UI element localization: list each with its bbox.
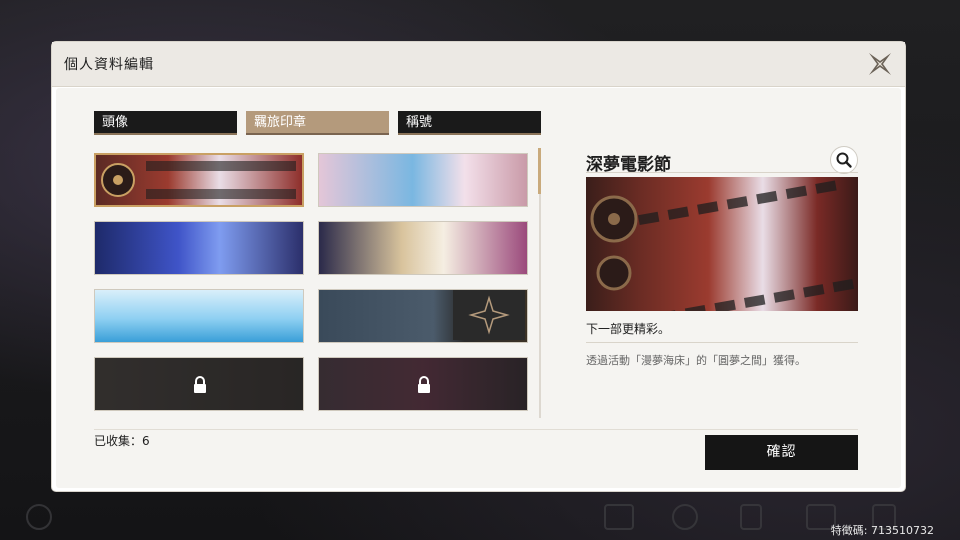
collected-count: 已收集：6 bbox=[94, 434, 150, 448]
dialog-title: 個人資料編輯 bbox=[64, 57, 154, 73]
divider bbox=[586, 342, 858, 343]
close-button[interactable] bbox=[866, 50, 894, 78]
lock-icon bbox=[418, 376, 430, 393]
star-emblem-art bbox=[453, 290, 525, 340]
stamp-card[interactable] bbox=[94, 289, 304, 343]
zoom-button[interactable] bbox=[830, 146, 858, 174]
stamp-card-locked[interactable] bbox=[94, 357, 304, 411]
stamp-obtain-description: 透過活動「漫夢海床」的「圓夢之間」獲得。 bbox=[586, 354, 806, 367]
confirm-button[interactable]: 確認 bbox=[705, 435, 858, 470]
lock-icon bbox=[194, 376, 206, 393]
tab-travel-stamp[interactable]: 羈旅印章 bbox=[246, 111, 389, 135]
phone-icon[interactable] bbox=[740, 504, 762, 530]
search-icon bbox=[836, 152, 852, 168]
profile-edit-dialog: 個人資料編輯 頭像 羈旅印章 稱號 已收集：6 深夢電影節 下一部更精彩。 透過… bbox=[52, 42, 905, 491]
dialog-header: 個人資料編輯 bbox=[52, 42, 905, 87]
tab-title[interactable]: 稱號 bbox=[398, 111, 541, 135]
stamp-card[interactable] bbox=[318, 289, 528, 343]
stamp-card-locked[interactable] bbox=[318, 357, 528, 411]
projector-art bbox=[590, 195, 638, 291]
stamp-subtitle: 下一部更精彩。 bbox=[586, 322, 671, 336]
film-reel-art bbox=[101, 161, 296, 199]
uid-label: 特徵碼: 713510732 bbox=[830, 524, 934, 537]
stamp-card[interactable] bbox=[94, 221, 304, 275]
divider bbox=[586, 172, 858, 173]
tab-avatar[interactable]: 頭像 bbox=[94, 111, 237, 135]
stamp-preview-image bbox=[586, 177, 858, 311]
close-icon bbox=[869, 53, 891, 75]
power-icon[interactable] bbox=[26, 504, 52, 530]
stamp-card-selected[interactable] bbox=[94, 153, 304, 207]
clock-icon[interactable] bbox=[672, 504, 698, 530]
stamp-card[interactable] bbox=[318, 153, 528, 207]
divider bbox=[94, 429, 858, 430]
bottom-toolbar: 特徵碼: 713510732 bbox=[0, 490, 960, 540]
grid-scrollbar-thumb[interactable] bbox=[538, 148, 541, 194]
mail-icon[interactable] bbox=[604, 504, 634, 530]
stamp-card[interactable] bbox=[318, 221, 528, 275]
